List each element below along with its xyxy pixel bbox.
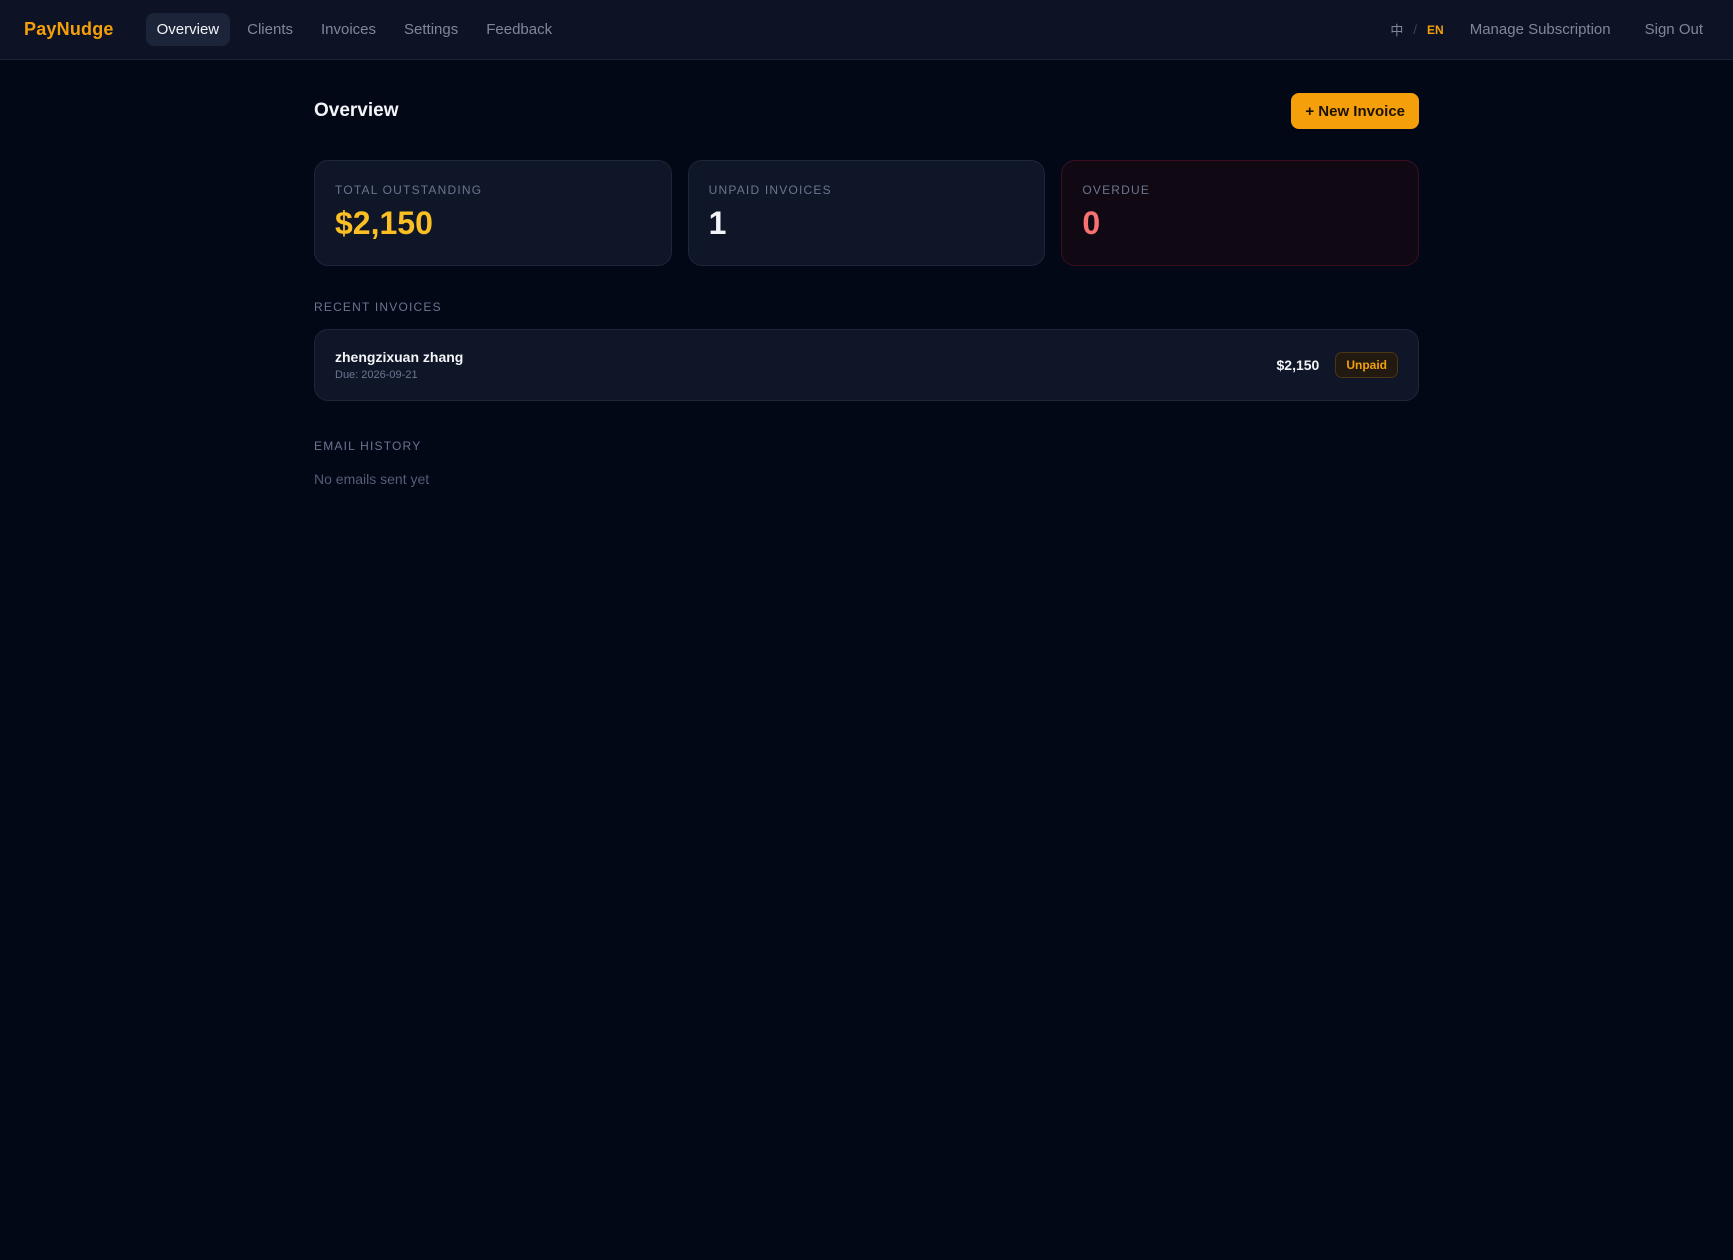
- stat-label: UNPAID INVOICES: [708, 183, 832, 197]
- email-history-heading: EMAIL HISTORY: [314, 439, 422, 453]
- nav-item-settings[interactable]: Settings: [393, 13, 469, 46]
- manage-subscription-link[interactable]: Manage Subscription: [1464, 17, 1617, 42]
- main-nav: Overview Clients Invoices Settings Feedb…: [145, 13, 563, 46]
- new-invoice-button[interactable]: + New Invoice: [1291, 93, 1419, 129]
- stats-row: TOTAL OUTSTANDING $2,150 UNPAID INVOICES…: [314, 160, 1420, 266]
- page-title: Overview: [314, 100, 399, 121]
- language-english-toggle[interactable]: EN: [1427, 23, 1444, 37]
- invoice-amount: $2,150: [1276, 357, 1320, 373]
- language-chinese-toggle[interactable]: 中: [1390, 20, 1403, 39]
- recent-invoices-heading: RECENT INVOICES: [314, 300, 442, 314]
- invoice-row[interactable]: zhengzixuan zhang Due: 2026-09-21 $2,150…: [314, 329, 1419, 401]
- nav-right-group: 中 / EN Manage Subscription Sign Out: [1390, 17, 1709, 42]
- status-badge: Unpaid: [1335, 352, 1398, 378]
- nav-item-feedback[interactable]: Feedback: [475, 13, 563, 46]
- stat-label: TOTAL OUTSTANDING: [335, 183, 483, 197]
- recent-invoices-list: zhengzixuan zhang Due: 2026-09-21 $2,150…: [314, 329, 1419, 401]
- stat-card-total-outstanding: TOTAL OUTSTANDING $2,150: [314, 160, 672, 266]
- stat-value: $2,150: [335, 205, 433, 241]
- nav-item-invoices[interactable]: Invoices: [310, 13, 387, 46]
- sign-out-link[interactable]: Sign Out: [1639, 17, 1709, 42]
- stat-card-unpaid-invoices: UNPAID INVOICES 1: [687, 160, 1046, 266]
- invoice-client-name: zhengzixuan zhang: [335, 349, 464, 365]
- stat-label: OVERDUE: [1082, 183, 1151, 197]
- page-header: Overview + New Invoice: [314, 92, 1419, 130]
- language-separator: /: [1413, 22, 1418, 37]
- stat-card-overdue: OVERDUE 0: [1061, 160, 1420, 266]
- invoice-due-date: Due: 2026-09-21: [335, 369, 418, 381]
- brand-logo[interactable]: PayNudge: [24, 19, 114, 40]
- nav-item-overview[interactable]: Overview: [145, 13, 231, 46]
- stat-value: 0: [1082, 205, 1101, 241]
- invoice-meta: $2,150 Unpaid: [1276, 352, 1398, 378]
- invoice-info: zhengzixuan zhang Due: 2026-09-21: [335, 349, 463, 381]
- nav-item-clients[interactable]: Clients: [236, 13, 304, 46]
- stat-value: 1: [708, 205, 727, 241]
- email-history-empty-state: No emails sent yet: [314, 471, 430, 487]
- main-content: Overview + New Invoice TOTAL OUTSTANDING…: [314, 92, 1420, 487]
- top-nav-bar: PayNudge Overview Clients Invoices Setti…: [0, 0, 1733, 60]
